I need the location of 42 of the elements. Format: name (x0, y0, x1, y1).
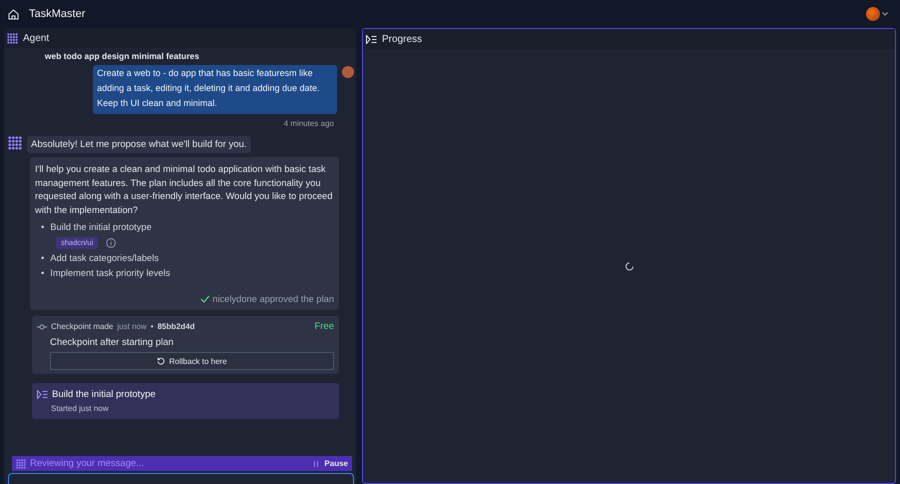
status-text: Reviewing your message... (30, 458, 146, 469)
price-label: Free (314, 321, 334, 332)
task-list-icon (366, 34, 377, 44)
plan-text: I'll help you create a clean and minimal todo application with basic task management features. The plan includes all the core functionality you requested along with a user-friendly interface. Would you like to proceed with the implementation? (35, 163, 334, 217)
bullet: • (41, 221, 44, 234)
pause-icon (314, 460, 318, 466)
conversation-title: web todo app design minimal features (44, 51, 200, 61)
panel-title: Progress (382, 34, 422, 44)
message-time: 4 minutes ago (282, 118, 335, 130)
step-title: Build the initial prototype (52, 389, 156, 400)
undo-icon (157, 357, 166, 365)
checkpoint-label: Checkpoint made (51, 322, 114, 331)
plan-item: Add task categories/labels (50, 252, 159, 265)
panel-title: Agent (23, 32, 50, 44)
user-avatar (342, 66, 354, 78)
agent-icon (8, 136, 22, 150)
task-list-icon (37, 390, 48, 399)
bullet: • (41, 267, 44, 280)
home-icon[interactable] (8, 8, 19, 20)
plan-item: Implement task priority levels (50, 267, 170, 280)
user-avatar (866, 7, 880, 21)
plan-item: Build the initial prototype (50, 221, 152, 234)
commit-icon (37, 324, 47, 330)
chevron-down-icon (882, 12, 888, 16)
checkpoint-time: just now (117, 322, 147, 331)
step-status: Started just now (51, 404, 110, 413)
info-icon[interactable] (106, 238, 116, 248)
message-input[interactable] (8, 473, 354, 484)
pause-button[interactable]: Pause (314, 459, 348, 468)
rollback-button[interactable]: Rollback to here (50, 352, 334, 370)
separator: • (150, 322, 154, 331)
check-icon (200, 295, 210, 304)
agent-message: Absolutely! Let me propose what we'll build for you. (27, 136, 251, 153)
user-message: Create a web to - do app that has basic featuresm like adding a task, editing it, deleting it and adding due date. Keep th UI clean and minimal. (93, 65, 337, 114)
bullet: • (41, 252, 44, 264)
grid-icon (16, 458, 26, 468)
user-menu[interactable] (866, 7, 888, 21)
approval-text: nicelydone approved the plan (212, 292, 334, 306)
app-title: TaskMaster (29, 8, 86, 20)
checkpoint-hash: 85bb2d4d (157, 322, 195, 331)
checkpoint-title: Checkpoint after starting plan (50, 337, 175, 348)
grid-icon (7, 32, 18, 44)
